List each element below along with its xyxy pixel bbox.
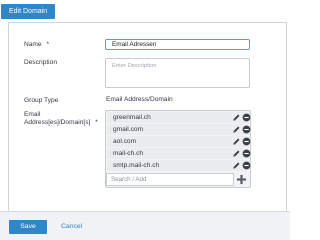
addresses-required-marker: *	[95, 119, 98, 126]
description-label: Description	[24, 59, 57, 66]
addresses-label-line2-text: Address[es]/Domain[s]	[24, 119, 91, 126]
minus-circle-icon[interactable]	[242, 149, 251, 158]
description-textarea[interactable]: Enter Description	[105, 58, 250, 88]
list-item: gmail.com	[107, 124, 251, 135]
address-text: aol.com	[113, 138, 137, 145]
pencil-icon[interactable]	[232, 125, 241, 134]
addresses-label-line1: Email	[24, 111, 41, 118]
pencil-icon[interactable]	[232, 161, 241, 170]
address-text: mail-ch.ch	[113, 150, 144, 157]
cancel-link[interactable]: Cancel	[61, 222, 82, 232]
edit-domain-dialog: Edit Domain Name * Email Adressen Descri…	[0, 0, 290, 240]
list-item: mail-ch.ch	[107, 148, 251, 159]
list-item: smtp.mail-ch.ch	[107, 160, 251, 171]
name-label: Name *	[24, 41, 49, 49]
minus-circle-icon[interactable]	[242, 137, 251, 146]
edit-domain-tab[interactable]: Edit Domain	[1, 4, 56, 19]
name-label-text: Name	[24, 41, 42, 48]
address-text: greenmail.ch	[113, 114, 151, 121]
name-required-marker: *	[46, 41, 50, 48]
address-text: gmail.com	[113, 126, 144, 133]
minus-circle-icon[interactable]	[242, 125, 251, 134]
addresses-label: Email Address[es]/Domain[s] *	[24, 111, 98, 127]
group-type-value: Email Address/Domain	[106, 96, 173, 103]
dialog-footer: Save Cancel	[0, 211, 290, 240]
address-text: smtp.mail-ch.ch	[113, 162, 160, 169]
pencil-icon[interactable]	[232, 113, 241, 122]
pencil-icon[interactable]	[232, 149, 241, 158]
pencil-icon[interactable]	[232, 137, 241, 146]
addresses-label-line2: Address[es]/Domain[s] *	[24, 119, 98, 127]
dialog-header: Edit Domain	[0, 0, 290, 19]
group-type-label: Group Type	[24, 97, 59, 104]
minus-circle-icon[interactable]	[242, 113, 251, 122]
plus-icon[interactable]	[236, 174, 247, 185]
minus-circle-icon[interactable]	[242, 161, 251, 170]
save-button[interactable]: Save	[9, 220, 47, 234]
list-item: aol.com	[107, 136, 251, 147]
search-add-input[interactable]: Search / Add	[106, 173, 234, 186]
list-item: greenmail.ch	[107, 112, 251, 123]
name-input[interactable]: Email Adressen	[105, 39, 250, 50]
